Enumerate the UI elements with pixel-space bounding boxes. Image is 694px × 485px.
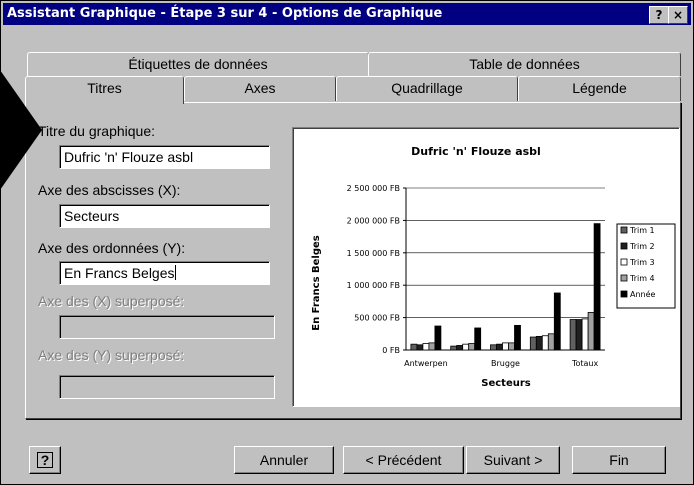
bar-trim-3 bbox=[462, 343, 470, 351]
bar-trim-3 bbox=[541, 335, 549, 351]
bar-trim-2 bbox=[456, 345, 464, 351]
y-axis-label: Axe des ordonnées (Y): bbox=[38, 240, 186, 256]
bar-année bbox=[474, 327, 482, 351]
legend-swatch bbox=[620, 258, 628, 266]
chart-title-value: Dufric 'n' Flouze asbl bbox=[64, 149, 194, 165]
chart-title-label: Titre du graphique: bbox=[38, 123, 155, 139]
tab-label: Table de données bbox=[469, 56, 580, 72]
bar-trim-4 bbox=[428, 342, 436, 351]
chart-preview-svg: Dufric 'n' Flouze asbl 0 FB 500 000 FB 1 0… bbox=[311, 145, 676, 389]
bar-année bbox=[593, 223, 601, 351]
legend-swatch bbox=[620, 290, 628, 298]
next-button[interactable]: Suivant > bbox=[466, 446, 560, 474]
tab-label: Étiquettes de données bbox=[128, 56, 268, 72]
next-label: Suivant > bbox=[483, 452, 543, 468]
bar-trim-4 bbox=[468, 343, 476, 351]
chart-legend: Trim 1 Trim 2 Trim 3 Trim 4 Année bbox=[616, 223, 676, 309]
bar-trim-2 bbox=[416, 344, 424, 351]
y-tick-label: 2 500 000 FB bbox=[347, 184, 400, 193]
y-axis-title: En Francs Belges bbox=[311, 235, 322, 331]
title-bar: Assistant Graphique - Étape 3 sur 4 - Op… bbox=[3, 3, 691, 25]
y-tick-label: 1 000 000 FB bbox=[347, 281, 400, 290]
bar-année bbox=[434, 325, 442, 351]
tab-label: Titres bbox=[87, 80, 122, 96]
legend-label: Trim 2 bbox=[629, 242, 655, 251]
bar-trim-1 bbox=[529, 336, 537, 351]
tab-titres[interactable]: Titres bbox=[25, 76, 184, 104]
bar-trim-3 bbox=[502, 342, 509, 351]
legend-label: Trim 1 bbox=[629, 226, 655, 235]
chart-wizard-dialog: Assistant Graphique - Étape 3 sur 4 - Op… bbox=[0, 0, 694, 485]
window-title: Assistant Graphique - Étape 3 sur 4 - Op… bbox=[7, 6, 443, 21]
bar-trim-4 bbox=[508, 342, 515, 351]
x-tick-label: Brugge bbox=[491, 359, 520, 368]
tab-label: Quadrillage bbox=[391, 80, 463, 96]
tab-table-de-donnees[interactable]: Table de données bbox=[368, 52, 681, 76]
x-axis-value: Secteurs bbox=[64, 208, 120, 224]
chart-title: Dufric 'n' Flouze asbl bbox=[411, 145, 541, 158]
bar-trim-4 bbox=[547, 333, 555, 351]
bar-trim-3 bbox=[581, 318, 589, 351]
x-tick-label: Totaux bbox=[571, 359, 599, 368]
bar-trim-1 bbox=[569, 319, 577, 351]
cancel-button[interactable]: Annuler bbox=[234, 446, 334, 474]
x-axis-label: Axe des abscisses (X): bbox=[38, 182, 181, 198]
y-tick-label: 0 FB bbox=[382, 346, 400, 355]
y-axis-value: En Francs Belges bbox=[64, 265, 175, 281]
tab-legende[interactable]: Légende bbox=[518, 76, 681, 101]
tab-axes[interactable]: Axes bbox=[184, 76, 336, 101]
legend-label: Année bbox=[630, 289, 656, 299]
secondary-y-axis-input[interactable] bbox=[59, 375, 275, 399]
bar-trim-2 bbox=[535, 335, 543, 351]
bar-trim-4 bbox=[587, 312, 595, 351]
bar-trim-1 bbox=[410, 343, 418, 351]
legend-label: Trim 3 bbox=[629, 258, 655, 267]
text-caret bbox=[174, 265, 176, 280]
tab-etiquettes-de-donnees[interactable]: Étiquettes de données bbox=[27, 52, 369, 76]
finish-label: Fin bbox=[609, 452, 629, 468]
y-tick-label: 2 000 000 FB bbox=[347, 216, 400, 225]
help-button[interactable]: ? bbox=[29, 446, 61, 474]
secondary-y-axis-label: Axe des (Y) superposé: bbox=[38, 347, 185, 363]
chart-preview: Dufric 'n' Flouze asbl 0 FB 500 000 FB 1 0… bbox=[292, 127, 680, 407]
bar-année bbox=[514, 324, 521, 351]
y-tick-label: 500 000 FB bbox=[354, 314, 400, 323]
previous-button[interactable]: < Précédent bbox=[343, 446, 464, 474]
legend-swatch bbox=[620, 274, 628, 282]
x-axis-title: Secteurs bbox=[481, 378, 531, 389]
finish-button[interactable]: Fin bbox=[572, 446, 666, 474]
secondary-x-axis-label: Axe des (X) superposé: bbox=[38, 293, 185, 309]
bar-trim-3 bbox=[422, 343, 430, 351]
secondary-x-axis-input[interactable] bbox=[59, 315, 275, 339]
legend-swatch bbox=[620, 226, 628, 234]
y-tick-label: 1 500 000 FB bbox=[347, 249, 400, 258]
tab-label: Légende bbox=[572, 80, 627, 96]
legend-label: Trim 4 bbox=[629, 274, 655, 283]
chart-title-input[interactable]: Dufric 'n' Flouze asbl bbox=[59, 145, 270, 169]
help-icon: ? bbox=[36, 452, 54, 468]
x-tick-label: Antwerpen bbox=[404, 359, 448, 368]
close-button[interactable]: × bbox=[668, 6, 688, 24]
title-help-button[interactable]: ? bbox=[649, 6, 669, 24]
bar-trim-2 bbox=[575, 319, 583, 351]
tab-label: Axes bbox=[244, 80, 276, 96]
cancel-label: Annuler bbox=[259, 452, 309, 468]
tab-quadrillage[interactable]: Quadrillage bbox=[336, 76, 518, 101]
previous-label: < Précédent bbox=[365, 452, 442, 468]
bar-trim-1 bbox=[450, 345, 458, 351]
legend-swatch bbox=[620, 242, 628, 250]
bar-trim-1 bbox=[490, 344, 497, 351]
y-axis-input[interactable]: En Francs Belges bbox=[59, 261, 270, 285]
bar-trim-2 bbox=[496, 343, 503, 351]
x-axis-input[interactable]: Secteurs bbox=[59, 204, 270, 228]
bar-année bbox=[553, 292, 561, 351]
